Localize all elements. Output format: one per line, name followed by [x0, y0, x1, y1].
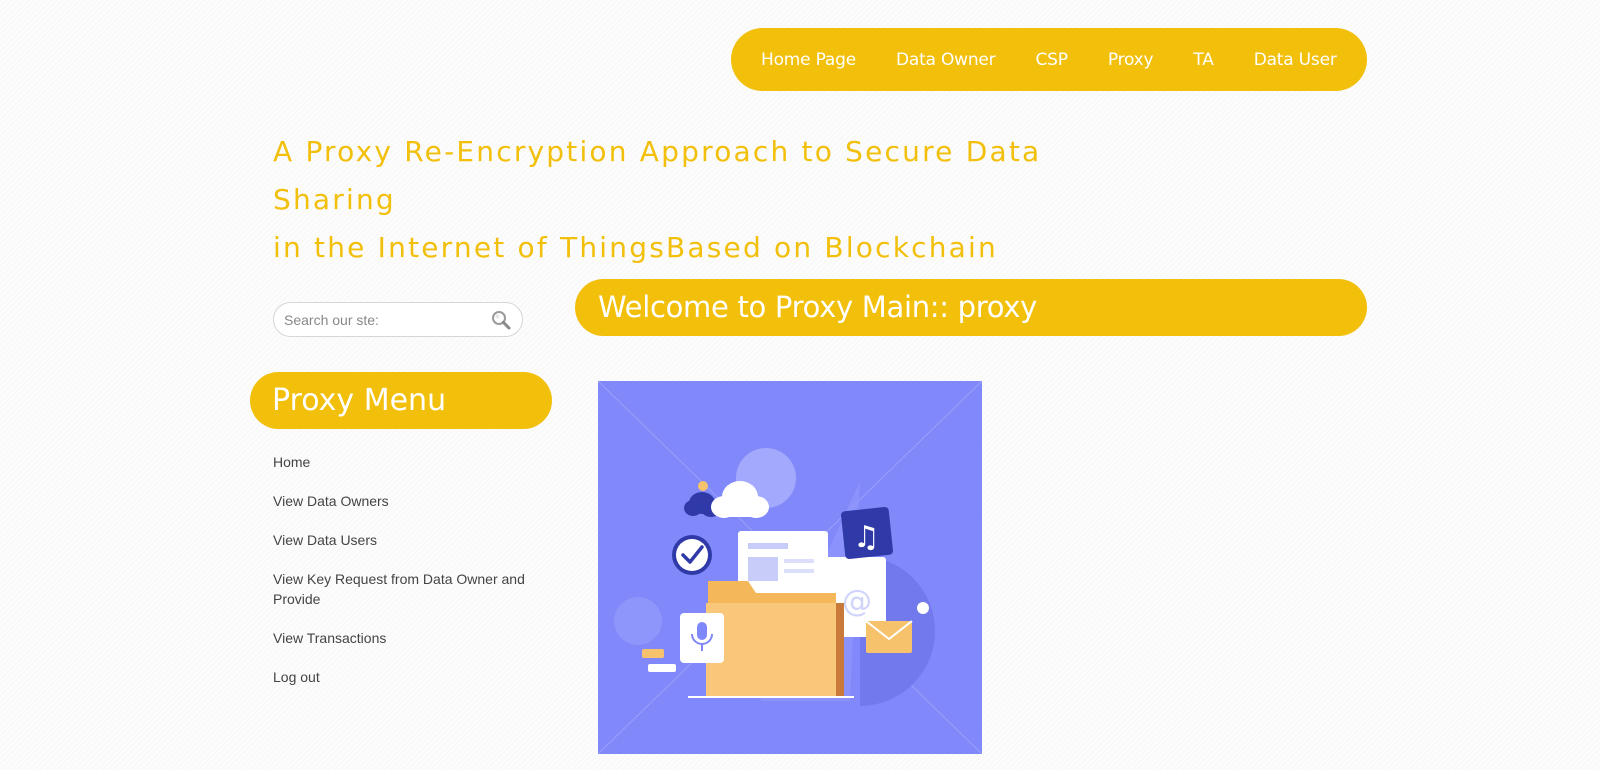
- nav-data-user[interactable]: Data User: [1254, 50, 1337, 70]
- nav-ta[interactable]: TA: [1193, 50, 1213, 70]
- sidebar-item: View Transactions: [273, 628, 543, 648]
- search-icon[interactable]: [490, 309, 512, 331]
- sidebar-item-view-data-owners[interactable]: View Data Owners: [273, 491, 543, 511]
- page-heading: Welcome to Proxy Main:: proxy: [575, 279, 1367, 336]
- nav-data-owner[interactable]: Data Owner: [896, 50, 996, 70]
- nav-proxy[interactable]: Proxy: [1108, 50, 1154, 70]
- sidebar-item-view-key-request[interactable]: View Key Request from Data Owner and Pro…: [273, 569, 543, 609]
- sidebar-item: View Data Owners: [273, 491, 543, 511]
- site-title-line-2: in the Internet of ThingsBased on Blockc…: [273, 231, 998, 264]
- svg-text:♫: ♫: [853, 520, 880, 555]
- sidebar-item: View Key Request from Data Owner and Pro…: [273, 569, 543, 609]
- sidebar-item-view-data-users[interactable]: View Data Users: [273, 530, 543, 550]
- site-title-line-1: A Proxy Re-Encryption Approach to Secure…: [273, 135, 1042, 216]
- sidebar-item-home[interactable]: Home: [273, 452, 543, 472]
- search-input[interactable]: [284, 303, 484, 336]
- search-box: [273, 302, 523, 337]
- site-title: A Proxy Re-Encryption Approach to Secure…: [273, 128, 1173, 272]
- sidebar-item-view-transactions[interactable]: View Transactions: [273, 628, 543, 648]
- nav-home-page[interactable]: Home Page: [761, 50, 856, 70]
- sidebar-item: Home: [273, 452, 543, 472]
- data-sharing-illustration: @ ♫: [598, 381, 982, 754]
- sidebar-item-log-out[interactable]: Log out: [273, 667, 543, 687]
- sidebar-item: Log out: [273, 667, 543, 687]
- sidebar-item: View Data Users: [273, 530, 543, 550]
- svg-text:@: @: [842, 584, 872, 619]
- nav-csp[interactable]: CSP: [1035, 50, 1068, 70]
- top-navigation: Home Page Data Owner CSP Proxy TA Data U…: [731, 28, 1367, 91]
- sidebar-heading: Proxy Menu: [250, 372, 552, 429]
- sidebar-menu: Home View Data Owners View Data Users Vi…: [273, 452, 543, 706]
